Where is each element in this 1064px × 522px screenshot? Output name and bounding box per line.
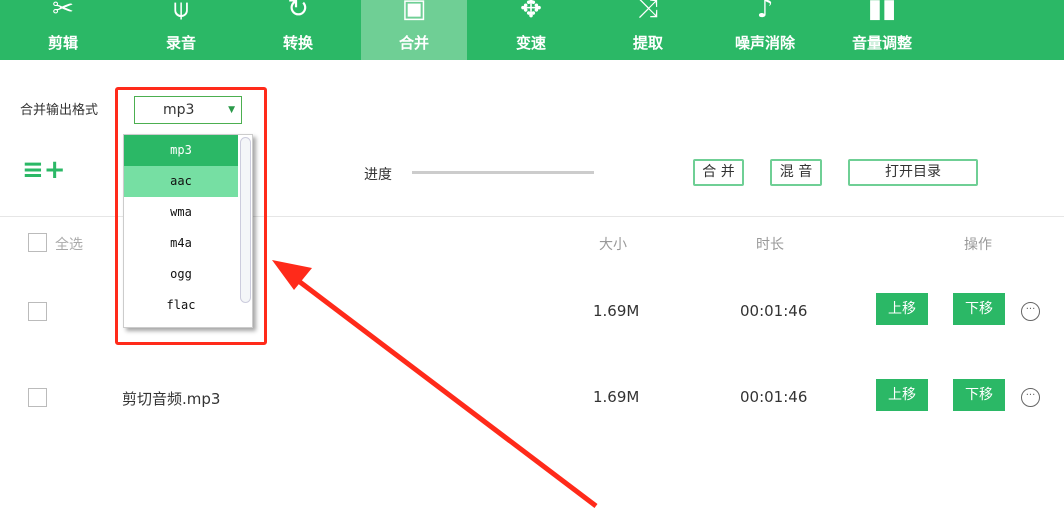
annotation-arrow: [272, 260, 598, 508]
